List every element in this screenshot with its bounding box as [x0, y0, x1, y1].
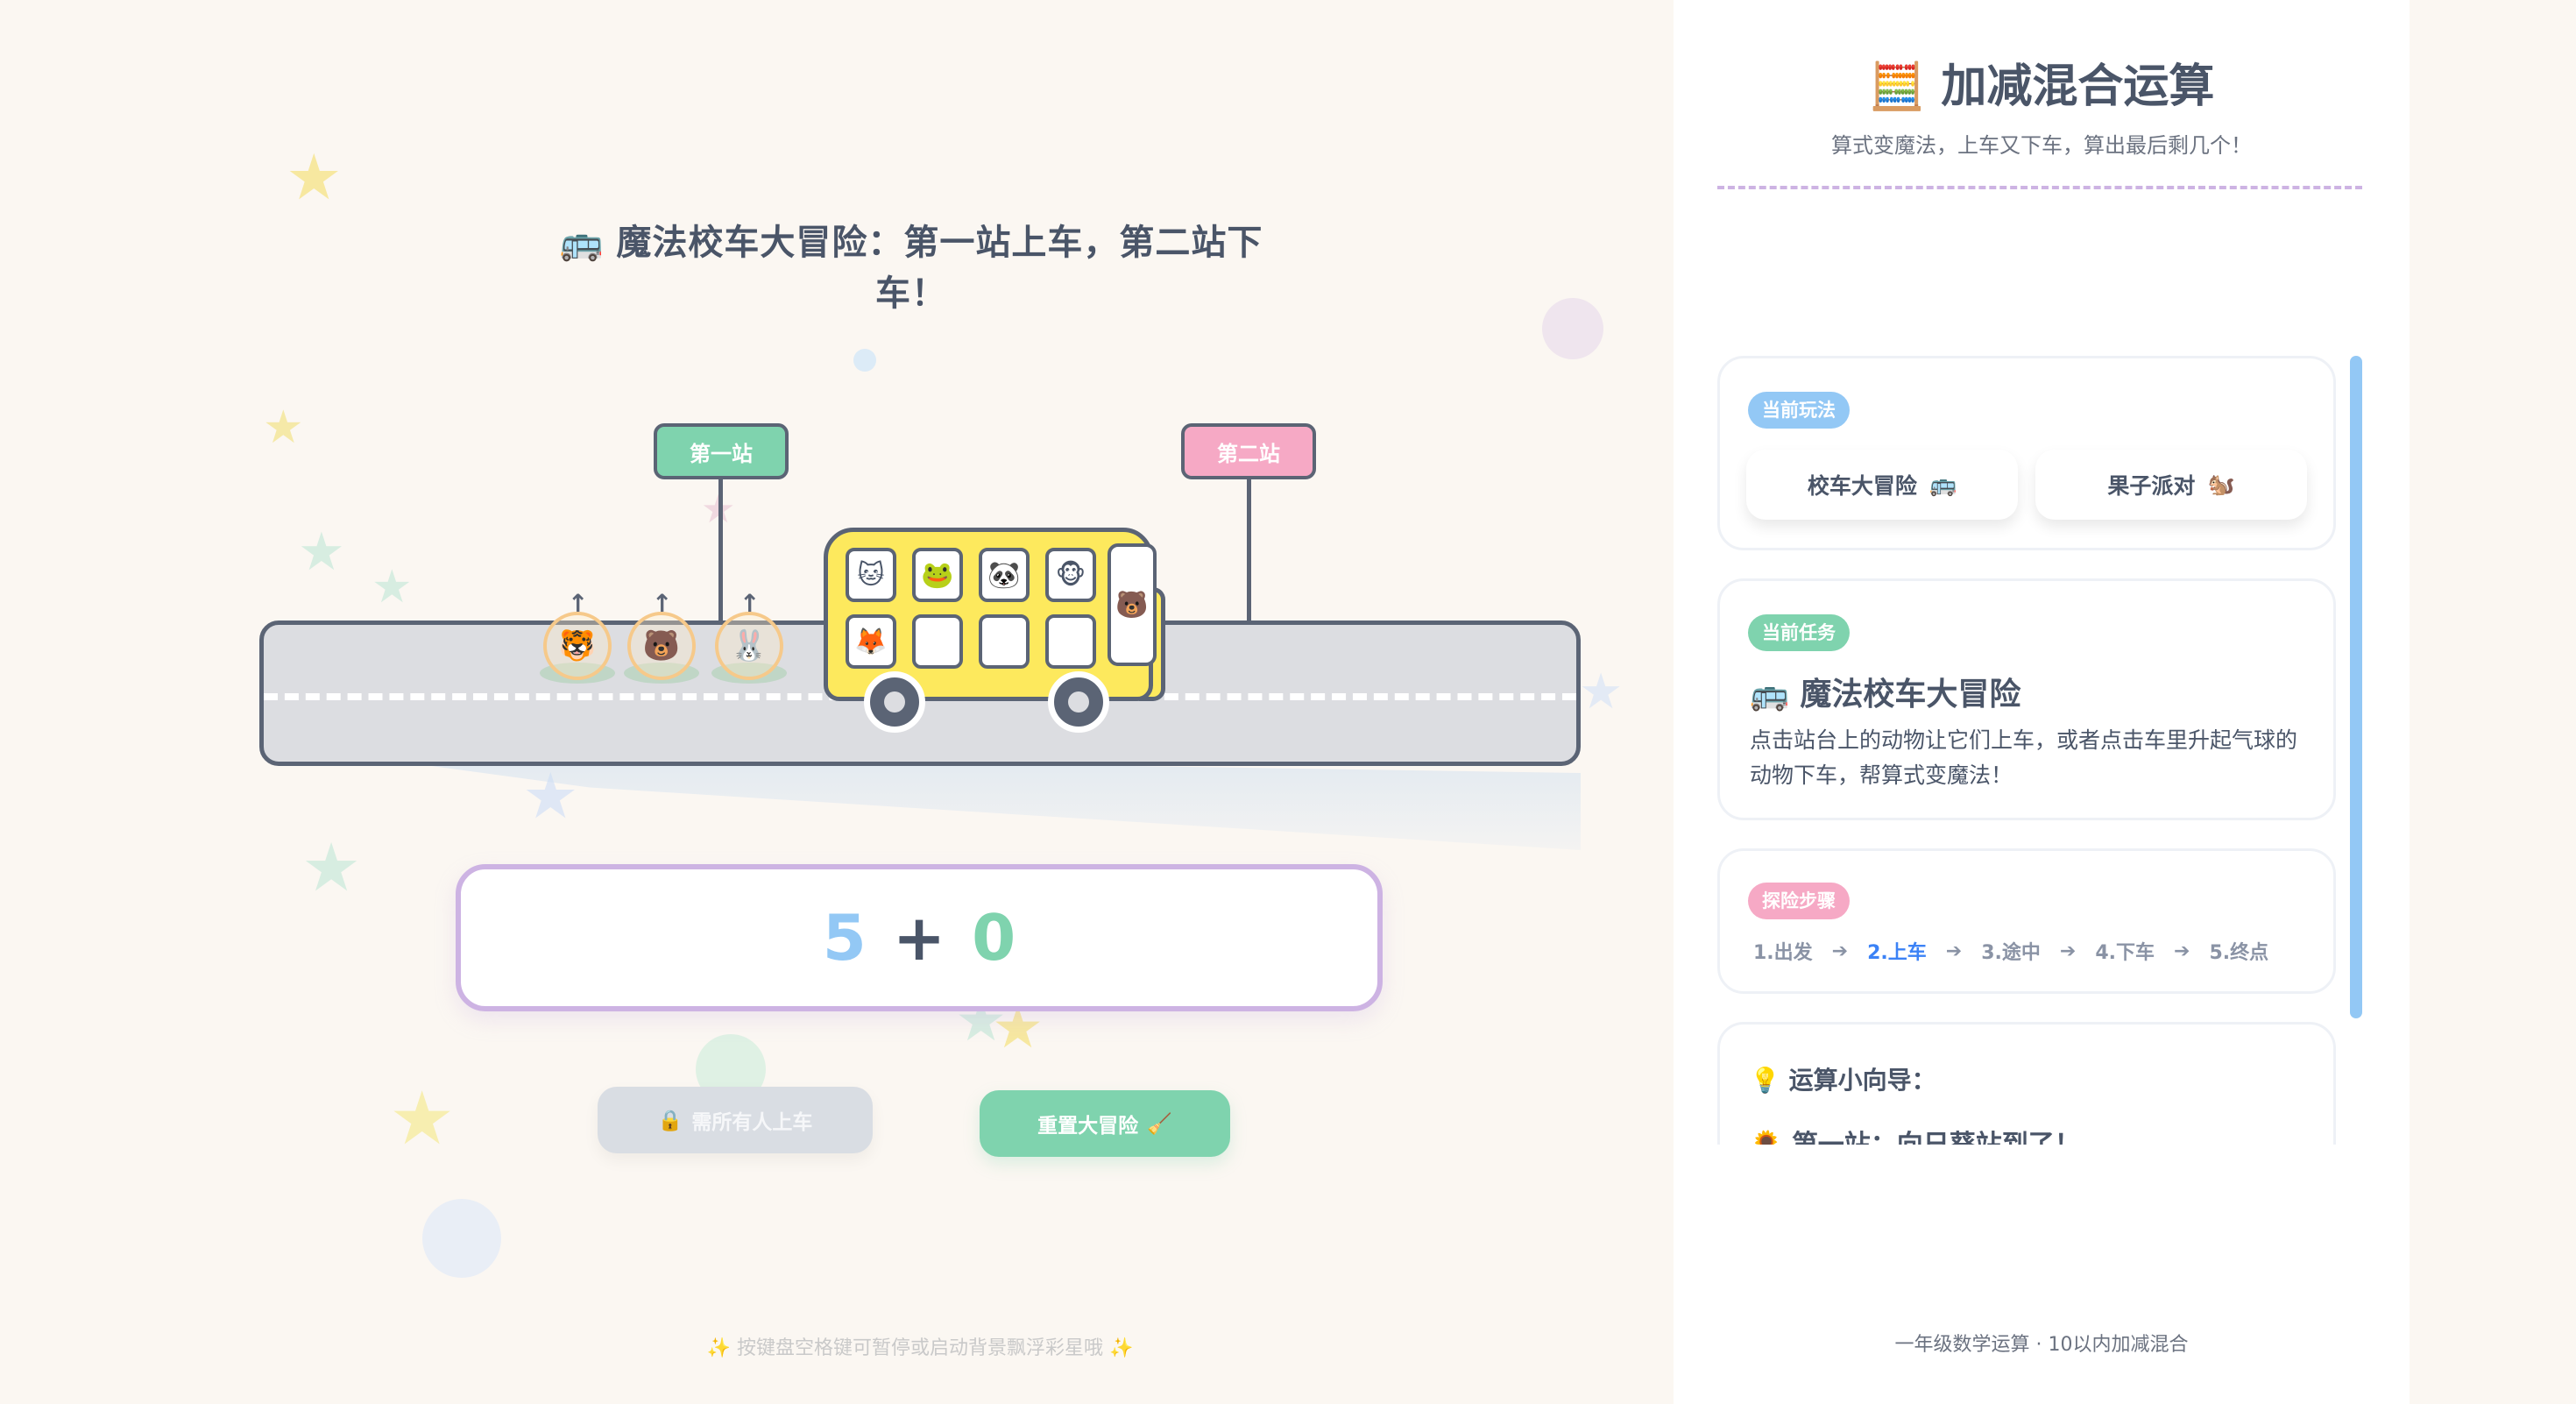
bus-seat[interactable]: 🐱 — [846, 548, 896, 602]
wait-all-board-label: 需所有人上车 — [691, 1111, 813, 1134]
game-stage: ★ ★ ★ ★ ★ ★ ★ ★ ★ ★ ★ 🚌魔法校车大冒险：第一站上车，第二站… — [0, 0, 1674, 1404]
equation-display: 5 + 0 — [456, 864, 1383, 1011]
bus-seat-empty — [912, 614, 963, 669]
station-2-pole — [1247, 477, 1251, 624]
reset-adventure-button[interactable]: 重置大冒险 🧹 — [980, 1090, 1230, 1157]
step-item: 5.终点 — [2209, 942, 2269, 964]
sidebar-scroll-area[interactable]: 当前玩法 校车大冒险 🚌 果子派对 🐿️ 当前任务 🚌 魔法校车大冒险 点击站台… — [1717, 356, 2359, 1145]
sidebar: 🧮 加减混合运算 算式变魔法，上车又下车，算出最后剩几个！ 当前玩法 校车大冒险… — [1674, 0, 2410, 1404]
sidebar-title-text: 加减混合运算 — [1941, 60, 2215, 113]
mode-bus-label: 校车大冒险 — [1807, 473, 1917, 499]
sidebar-scrollbar[interactable] — [2350, 356, 2362, 1018]
bus-wheel — [1048, 671, 1109, 733]
sunflower-icon: 🌻 — [1750, 1130, 1782, 1145]
guide-title-text: 运算小向导： — [1788, 1066, 1936, 1095]
bus-seat-empty — [1045, 614, 1096, 669]
task-title: 🚌 魔法校车大冒险 — [1750, 669, 2020, 714]
arrow-right-icon: ➔ — [1945, 940, 1963, 962]
mode-card: 当前玩法 校车大冒险 🚌 果子派对 🐿️ — [1717, 356, 2336, 550]
star-icon: ★ — [286, 140, 343, 214]
task-card: 当前任务 🚌 魔法校车大冒险 点击站台上的动物让它们上车，或者点击车里升起气球的… — [1717, 578, 2336, 820]
star-icon: ★ — [263, 401, 304, 454]
wait-all-board-button[interactable]: 🔒 需所有人上车 — [598, 1087, 873, 1153]
star-icon: ★ — [301, 828, 362, 906]
task-tag: 当前任务 — [1748, 614, 1850, 651]
waiting-animal-tiger[interactable]: 🐯 — [543, 612, 612, 680]
bus-seat-empty — [979, 614, 1030, 669]
bus-icon: 🚌 — [1750, 677, 1789, 713]
broom-icon: 🧹 — [1147, 1112, 1172, 1136]
bus-icon: 🚌 — [1928, 472, 1957, 497]
bus-icon: 🚌 — [559, 223, 605, 263]
bus-door[interactable]: 🐻 — [1108, 543, 1157, 666]
mode-tag: 当前玩法 — [1748, 392, 1850, 429]
bus-seat[interactable]: 🐸 — [912, 548, 963, 602]
squirrel-icon: 🐿️ — [2207, 472, 2235, 497]
scene-title: 🚌 魔法校车大冒险：第一站上车，第二站下车！ — [543, 214, 1279, 316]
step-item: 3.途中 — [1981, 942, 2041, 964]
guide-card: 💡 运算小向导： 🌻 第一站：向日葵站到了！ — [1717, 1022, 2336, 1145]
scene-title-text: 魔法校车大冒险：第一站上车，第二站下车！ — [616, 223, 1263, 314]
station-1-pole — [718, 477, 723, 624]
sidebar-divider — [1717, 186, 2362, 189]
equation-operand-a: 5 — [822, 901, 867, 975]
star-icon: ★ — [372, 561, 413, 613]
bubble-decoration — [422, 1199, 501, 1278]
lightbulb-icon: 💡 — [1750, 1066, 1780, 1095]
steps-progress: 1.出发 ➔ 2.上车 ➔ 3.途中 ➔ 4.下车 ➔ 5.终点 — [1753, 937, 2268, 965]
step-item: 4.下车 — [2095, 942, 2155, 964]
mode-bus-button[interactable]: 校车大冒险 🚌 — [1746, 450, 2018, 520]
station-1-sign: 第一站 — [654, 423, 789, 479]
waiting-animal-rabbit[interactable]: 🐰 — [715, 612, 783, 680]
bubble-decoration — [853, 349, 876, 372]
task-title-text: 魔法校车大冒险 — [1800, 677, 2021, 713]
arrow-right-icon: ➔ — [2059, 940, 2077, 962]
star-icon: ★ — [389, 1075, 456, 1161]
sidebar-footer: 一年级数学运算 · 10以内加减混合 — [1894, 1334, 2189, 1356]
guide-message: 🌻 第一站：向日葵站到了！ — [1750, 1123, 2081, 1145]
equation-operator: + — [892, 901, 946, 975]
bus-seat[interactable]: 🐵 — [1045, 548, 1096, 602]
bus-wheel — [864, 671, 925, 733]
bus-seat[interactable]: 🦊 — [846, 614, 896, 669]
station-2-sign: 第二站 — [1181, 423, 1316, 479]
footer-hint: ✨ 按键盘空格键可暂停或启动背景飘浮彩星哦 ✨ — [706, 1337, 1134, 1359]
equation-operand-b: 0 — [972, 901, 1016, 975]
step-item: 1.出发 — [1753, 942, 1813, 964]
step-item-active: 2.上车 — [1867, 942, 1927, 964]
abacus-icon: 🧮 — [1868, 60, 1926, 113]
star-icon: ★ — [1579, 663, 1624, 720]
reset-adventure-label: 重置大冒险 — [1037, 1115, 1139, 1138]
sidebar-title: 🧮 加减混合运算 — [1674, 49, 2410, 115]
mode-fruit-label: 果子派对 — [2107, 473, 2196, 499]
waiting-animal-bear[interactable]: 🐻 — [627, 612, 696, 680]
mode-fruit-party-button[interactable]: 果子派对 🐿️ — [2035, 450, 2307, 520]
arrow-right-icon: ➔ — [1831, 940, 1849, 962]
star-icon: ★ — [298, 521, 345, 583]
arrow-right-icon: ➔ — [2174, 940, 2190, 962]
bus-seat[interactable]: 🐼 — [979, 548, 1030, 602]
steps-tag: 探险步骤 — [1748, 883, 1850, 919]
bubble-decoration — [1542, 298, 1603, 359]
guide-title: 💡 运算小向导： — [1750, 1061, 1936, 1096]
lock-icon: 🔒 — [657, 1109, 683, 1132]
steps-card: 探险步骤 1.出发 ➔ 2.上车 ➔ 3.途中 ➔ 4.下车 ➔ 5.终点 — [1717, 848, 2336, 994]
guide-message-text: 第一站：向日葵站到了！ — [1792, 1130, 2081, 1145]
school-bus: 🐱 🐸 🐼 🐵 🦊 — [824, 528, 1153, 701]
task-description: 点击站台上的动物让它们上车，或者点击车里升起气球的动物下车，帮算式变魔法！ — [1750, 727, 2298, 788]
sidebar-subtitle: 算式变魔法，上车又下车，算出最后剩几个！ — [1831, 133, 2252, 158]
